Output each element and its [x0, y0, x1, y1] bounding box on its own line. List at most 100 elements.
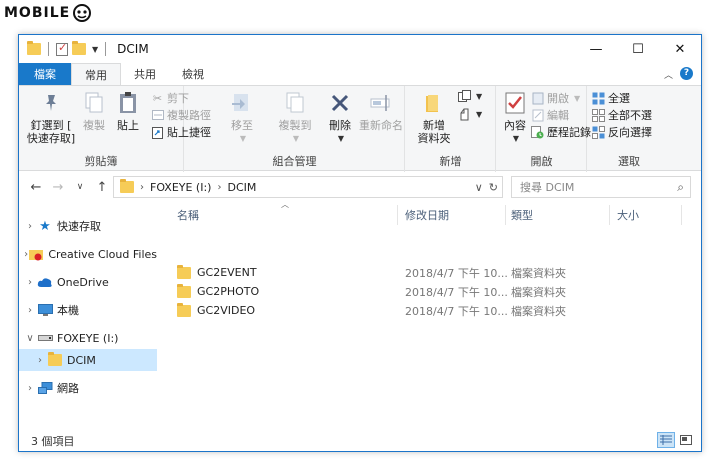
- nav-item-label: 快速存取: [57, 220, 101, 233]
- invert-selection-button[interactable]: 反向選擇: [592, 124, 652, 140]
- up-arrow-icon[interactable]: ↑: [91, 180, 113, 195]
- column-header-modified[interactable]: 修改日期: [405, 205, 505, 225]
- invert-selection-label: 反向選擇: [608, 126, 652, 139]
- file-list: ︿ 名稱 修改日期 類型 大小 GC2EVENT 2018/4/7 下午 10.…: [165, 200, 701, 427]
- tab-view[interactable]: 檢視: [169, 63, 217, 85]
- pin-label-line1: 釘選到 [: [30, 119, 72, 132]
- nav-item-foxeye-drive[interactable]: ∨ FOXEYE (I:): [19, 327, 157, 349]
- view-switcher: [657, 432, 695, 448]
- scissors-icon: ✂: [152, 91, 163, 105]
- address-history-chevron-icon[interactable]: ∨: [475, 181, 483, 194]
- column-header-type[interactable]: 類型: [511, 205, 601, 225]
- expand-chevron-icon[interactable]: ›: [23, 305, 37, 316]
- nav-item-quick-access[interactable]: › ★ 快速存取: [19, 215, 157, 237]
- copy-to-dropdown-icon: ▼: [292, 134, 300, 143]
- new-item-button[interactable]: ▼: [458, 90, 482, 103]
- column-divider[interactable]: [681, 205, 682, 225]
- nav-item-label: 本機: [57, 304, 79, 317]
- ribbon-collapse-chevron-icon[interactable]: ︿: [664, 68, 673, 81]
- maximize-button[interactable]: ☐: [617, 35, 659, 63]
- search-icon[interactable]: ⌕: [677, 180, 684, 195]
- recent-locations-chevron-icon[interactable]: ∨: [69, 182, 91, 192]
- select-none-icon: [592, 108, 605, 122]
- file-row[interactable]: GC2PHOTO 2018/4/7 下午 10... 檔案資料夾: [165, 282, 701, 301]
- copy-label: 複製: [83, 119, 105, 132]
- collapse-chevron-icon[interactable]: ∨: [23, 333, 37, 344]
- new-folder-label-line1: 新增: [423, 119, 445, 132]
- copy-icon: [81, 90, 107, 116]
- tab-file[interactable]: 檔案: [19, 63, 71, 85]
- column-divider[interactable]: [505, 205, 506, 225]
- copy-to-button[interactable]: 複製到 ▼: [275, 90, 315, 145]
- easy-access-button[interactable]: ▼: [458, 108, 482, 121]
- breadcrumb-drive[interactable]: FOXEYE (I:): [150, 181, 211, 194]
- expand-chevron-icon[interactable]: ›: [23, 277, 37, 288]
- select-all-label: 全選: [608, 92, 630, 105]
- drive-icon: [37, 331, 53, 345]
- new-folder-qat-icon[interactable]: [72, 41, 86, 55]
- mobile01-logo-icon: [73, 4, 92, 22]
- copy-button[interactable]: 複製: [79, 90, 109, 132]
- tab-share[interactable]: 共用: [121, 63, 169, 85]
- select-none-button[interactable]: 全部不選: [592, 107, 652, 123]
- breadcrumb-separator-icon[interactable]: ›: [217, 182, 221, 193]
- select-all-icon: [592, 92, 605, 105]
- copy-to-icon: [282, 90, 308, 116]
- nav-item-dcim[interactable]: › DCIM: [19, 349, 157, 371]
- folder-icon: [27, 41, 41, 55]
- details-view-icon[interactable]: [657, 432, 675, 448]
- open-dropdown-icon: ▼: [574, 93, 581, 103]
- select-all-button[interactable]: 全選: [592, 90, 630, 106]
- column-divider[interactable]: [397, 205, 398, 225]
- file-name-cell: GC2PHOTO: [177, 282, 259, 301]
- column-header-name[interactable]: 名稱: [177, 205, 397, 225]
- history-button[interactable]: 歷程記錄: [531, 124, 591, 140]
- rename-button[interactable]: 重新命名: [359, 90, 403, 132]
- new-folder-button[interactable]: 新增 資料夾: [414, 90, 454, 145]
- creative-cloud-folder-icon: [29, 247, 44, 261]
- item-count: 3 個項目: [31, 435, 75, 448]
- breadcrumb-folder[interactable]: DCIM: [227, 181, 256, 194]
- open-button[interactable]: 開啟 ▼: [531, 90, 580, 106]
- select-group-label: 選取: [618, 155, 640, 168]
- move-to-button[interactable]: 移至 ▼: [229, 90, 255, 145]
- close-button[interactable]: ✕: [659, 35, 701, 63]
- search-box[interactable]: 搜尋 DCIM ⌕: [511, 176, 691, 198]
- help-icon[interactable]: ?: [680, 67, 693, 80]
- nav-item-creative-cloud[interactable]: › Creative Cloud Files: [19, 243, 157, 265]
- tab-home[interactable]: 常用: [71, 63, 121, 85]
- large-icons-view-icon[interactable]: [677, 432, 695, 448]
- open-label: 開啟: [547, 92, 569, 105]
- refresh-icon[interactable]: ↻: [489, 181, 498, 194]
- nav-item-network[interactable]: › 網路: [19, 377, 157, 399]
- qat-customize-chevron-icon[interactable]: ▼: [92, 45, 98, 54]
- edit-button[interactable]: 編輯: [531, 107, 569, 123]
- expand-chevron-icon[interactable]: ›: [23, 383, 37, 394]
- back-arrow-icon[interactable]: ←: [25, 180, 47, 195]
- paste-label: 貼上: [117, 119, 139, 132]
- open-group-label: 開啟: [530, 155, 553, 168]
- forward-arrow-icon[interactable]: →: [47, 180, 69, 195]
- cut-button[interactable]: ✂ 剪下: [151, 90, 189, 106]
- file-type: 檔案資料夾: [511, 266, 566, 280]
- file-name: GC2PHOTO: [197, 285, 260, 298]
- minimize-button[interactable]: —: [575, 35, 617, 63]
- address-bar[interactable]: › FOXEYE (I:) › DCIM ∨ ↻: [113, 176, 503, 198]
- nav-item-this-pc[interactable]: › 本機: [19, 299, 157, 321]
- expand-chevron-icon[interactable]: ›: [23, 221, 37, 232]
- network-icon: [37, 381, 53, 395]
- expand-chevron-icon[interactable]: ›: [33, 355, 47, 366]
- file-row[interactable]: GC2EVENT 2018/4/7 下午 10... 檔案資料夾: [165, 263, 701, 282]
- nav-item-onedrive[interactable]: › OneDrive: [19, 271, 157, 293]
- file-row[interactable]: GC2VIDEO 2018/4/7 下午 10... 檔案資料夾: [165, 301, 701, 320]
- pin-to-quick-access-button[interactable]: 釘選到 [ 快速存取]: [25, 90, 77, 145]
- paste-button[interactable]: 貼上: [113, 90, 143, 132]
- column-header-size[interactable]: 大小: [617, 205, 677, 225]
- open-group: 內容 ▼ 開啟 ▼ 編輯 歷程記錄 開啟: [497, 86, 591, 172]
- properties-button[interactable]: 內容 ▼: [501, 90, 529, 145]
- delete-button[interactable]: 刪除 ▼: [325, 90, 355, 145]
- column-divider[interactable]: [609, 205, 610, 225]
- breadcrumb-separator-icon[interactable]: ›: [140, 182, 144, 193]
- properties-qat-icon[interactable]: [56, 41, 68, 56]
- nav-item-label: Creative Cloud Files: [48, 247, 157, 261]
